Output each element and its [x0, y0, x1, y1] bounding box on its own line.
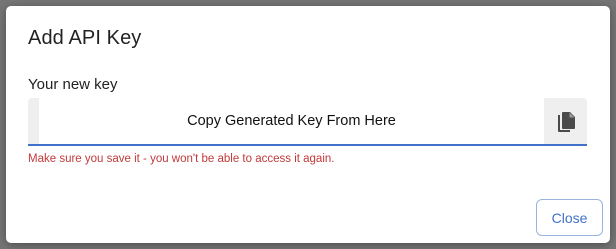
api-key-input[interactable]: Copy Generated Key From Here — [39, 98, 544, 144]
api-key-value[interactable]: Copy Generated Key From Here — [187, 113, 396, 129]
add-api-key-dialog: Add API Key Your new key Copy Generated … — [6, 6, 610, 243]
copy-button[interactable] — [555, 110, 577, 134]
dialog-title: Add API Key — [28, 27, 142, 49]
copy-icon[interactable] — [555, 110, 577, 134]
close-button[interactable]: Close — [536, 199, 603, 236]
save-warning-text: Make sure you save it - you won't be abl… — [28, 153, 335, 165]
api-key-field: Copy Generated Key From Here — [28, 98, 587, 146]
key-field-label: Your new key — [28, 76, 118, 93]
